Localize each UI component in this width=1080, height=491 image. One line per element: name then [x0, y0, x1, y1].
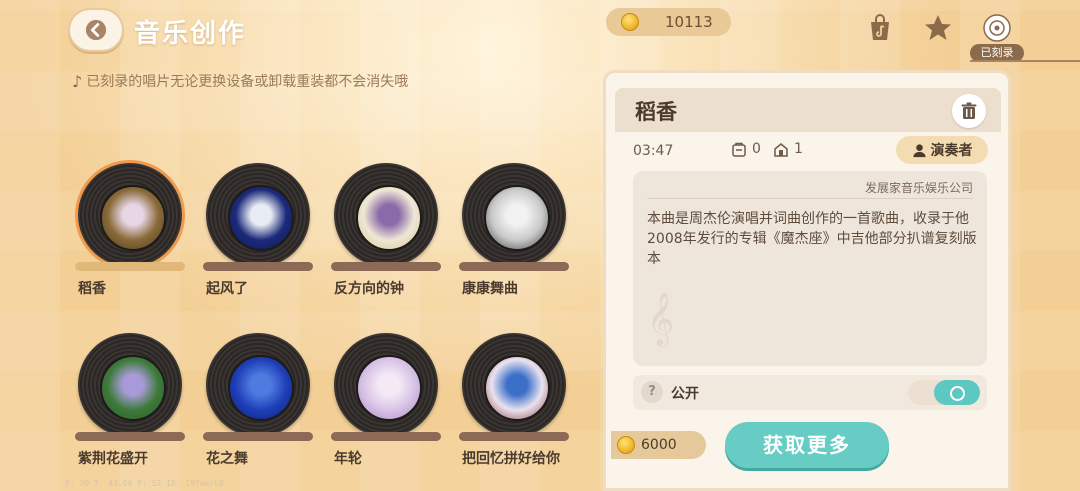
hint-text-row: ♪ 已刻录的唱片无论更换设备或卸载重装都不会消失哦	[72, 71, 408, 91]
favorites-button[interactable]	[920, 10, 956, 46]
record-cover-art	[356, 185, 422, 251]
record-cover-art	[228, 355, 294, 421]
record-title[interactable]: 把回忆拼好给你	[462, 448, 560, 468]
public-toggle[interactable]	[908, 380, 980, 405]
record-shelf	[331, 432, 441, 441]
record-shelf	[203, 262, 313, 271]
plays-stat: 1	[773, 141, 803, 157]
vinyl-disc	[78, 163, 182, 267]
record-item[interactable]	[331, 160, 441, 270]
music-bag-icon	[871, 14, 889, 40]
coin-balance-value: 10113	[665, 13, 713, 31]
vinyl-disc	[334, 163, 438, 267]
record-item[interactable]	[459, 330, 569, 440]
record-cover-art	[100, 185, 166, 251]
record-item[interactable]	[331, 330, 441, 440]
record-title[interactable]: 反方向的钟	[334, 278, 404, 298]
delete-button[interactable]	[952, 94, 986, 128]
tab-underline	[970, 60, 1080, 62]
record-item[interactable]	[75, 330, 185, 440]
price-value: 6000	[641, 437, 677, 453]
record-shelf	[75, 432, 185, 441]
vinyl-disc	[206, 163, 310, 267]
hint-text: 已刻录的唱片无论更换设备或卸载重装都不会消失哦	[86, 74, 409, 90]
page-title: 音乐创作	[134, 19, 247, 49]
likes-stat: 0	[731, 141, 761, 157]
record-cover-art	[100, 355, 166, 421]
record-item[interactable]	[203, 160, 313, 270]
divider	[647, 198, 973, 199]
song-title: 稻香	[635, 100, 677, 124]
record-shelf	[75, 262, 185, 271]
plays-count: 1	[794, 141, 803, 157]
bag-icon	[732, 142, 746, 157]
help-icon[interactable]: ?	[641, 381, 663, 403]
coin-icon	[617, 436, 635, 454]
star-icon	[925, 15, 951, 40]
likes-count: 0	[752, 141, 761, 157]
coin-icon	[621, 13, 639, 31]
vinyl-disc	[334, 333, 438, 437]
disc-icon	[983, 14, 1011, 42]
vinyl-disc	[462, 163, 566, 267]
vinyl-disc	[78, 333, 182, 437]
back-button[interactable]	[68, 8, 124, 52]
description-box: 发展家音乐娱乐公司 本曲是周杰伦演唱并词曲创作的一首歌曲，收录于他2008年发行…	[633, 171, 987, 366]
trash-icon	[961, 102, 977, 119]
record-title[interactable]: 稻香	[78, 278, 106, 298]
record-shelf	[459, 262, 569, 271]
house-icon	[774, 143, 788, 157]
record-title[interactable]: 年轮	[334, 448, 362, 468]
detail-header: 稻香	[615, 88, 1001, 132]
toggle-knob	[934, 380, 980, 405]
chevron-left-icon	[85, 19, 107, 41]
music-note-icon: ♪	[72, 71, 83, 91]
record-cover-art	[484, 185, 550, 251]
coin-balance: 10113	[606, 8, 731, 36]
get-more-button[interactable]: 获取更多	[725, 422, 889, 468]
performer-button[interactable]: 演奏者	[896, 136, 988, 164]
record-shelf	[459, 432, 569, 441]
record-item[interactable]	[459, 160, 569, 270]
record-cover-art	[484, 355, 550, 421]
recorded-tab-button[interactable]	[979, 10, 1015, 46]
record-shelf	[203, 432, 313, 441]
treble-clef-icon: 𝄞	[647, 291, 675, 345]
company-name: 发展家音乐娱乐公司	[864, 181, 973, 195]
performer-label: 演奏者	[930, 143, 973, 159]
record-item[interactable]	[203, 330, 313, 440]
record-cover-art	[228, 185, 294, 251]
public-setting-row: ? 公开	[633, 375, 987, 410]
vinyl-disc	[462, 333, 566, 437]
record-cover-art	[356, 355, 422, 421]
record-title[interactable]: 紫荆花盛开	[78, 448, 148, 468]
song-description: 本曲是周杰伦演唱并词曲创作的一首歌曲，收录于他2008年发行的专辑《魔杰座》中吉…	[647, 211, 977, 267]
record-item[interactable]	[75, 160, 185, 270]
music-shop-button[interactable]	[862, 10, 898, 46]
record-title[interactable]: 起风了	[206, 278, 248, 298]
vinyl-disc	[206, 333, 310, 437]
debug-overlay-text: F: 30 T: 43.00 P: 52 ID: 19femrb8	[65, 479, 224, 488]
price-tag: 6000	[611, 431, 706, 459]
record-title[interactable]: 康康舞曲	[462, 278, 518, 298]
public-label: 公开	[671, 386, 699, 402]
person-icon	[912, 143, 926, 157]
record-shelf	[331, 262, 441, 271]
record-title[interactable]: 花之舞	[206, 448, 248, 468]
song-duration: 03:47	[633, 143, 674, 159]
